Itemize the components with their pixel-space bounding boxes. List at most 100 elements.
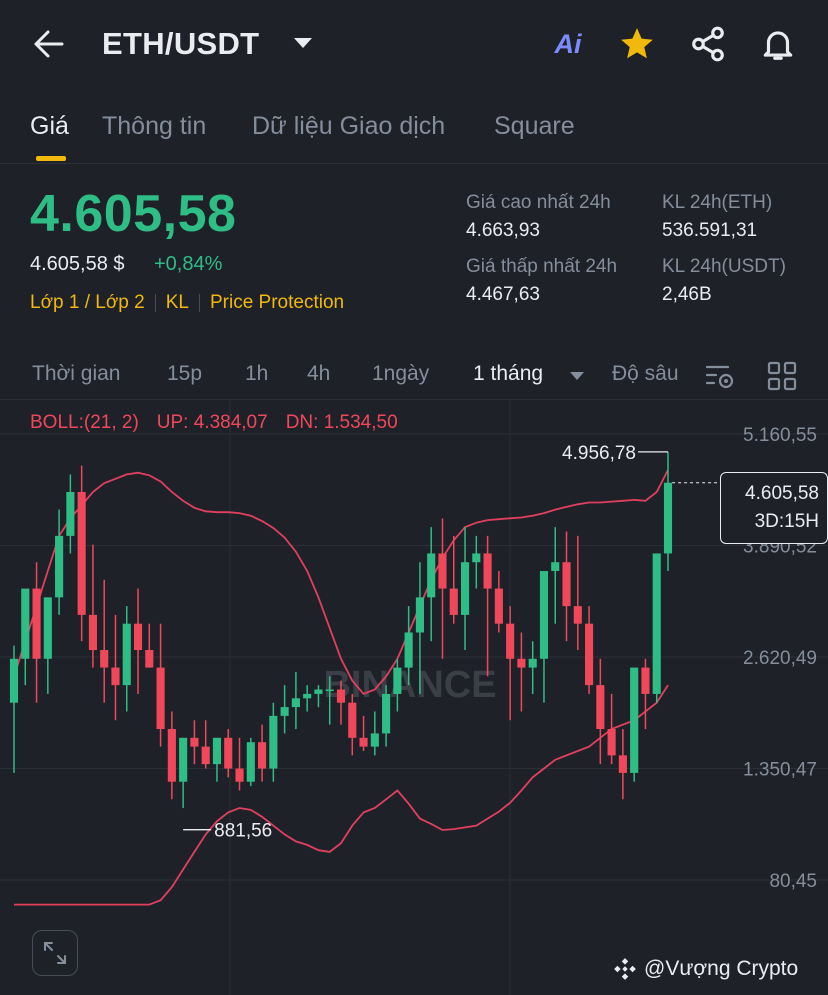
high-24h-label: Giá cao nhất 24h [466,192,611,213]
y-axis-tick-label: 2.620,49 [743,648,817,669]
active-tab-indicator [36,156,66,161]
candle-down [258,742,267,769]
candle-down [156,667,165,730]
tag-divider [154,294,156,312]
tf-1h[interactable]: 1h [245,362,268,386]
last-price-marker-value: 4.605,58 [745,483,819,504]
last-price: 4.605,58 [30,185,237,243]
back-button[interactable] [28,24,72,64]
last-price-marker: 4.605,58 3D:15H [720,472,828,544]
candle-up [539,571,549,659]
candle-down [483,553,492,589]
candle-up [415,597,424,633]
candle-up [179,737,188,782]
candle-up [291,698,300,708]
candle-countdown: 3D:15H [754,511,819,532]
candle-down [77,491,86,615]
candle-up [325,689,334,692]
tag-layer[interactable]: Lớp 1 / Lớp 2 [30,292,145,314]
vol-eth-value: 536.591,31 [662,220,758,241]
candle-down [235,768,244,782]
candle-down [596,685,605,730]
candlestick-chart[interactable]: BINANCE5.160,553.890,522.620,491.350,478… [0,400,828,995]
tab-info[interactable]: Thông tin [102,112,206,141]
share-icon [692,26,724,62]
low-24h-value: 4.467,63 [466,284,540,305]
vol-usdt-value: 2,46B [662,284,712,305]
price-usd: 4.605,58 $ [30,253,125,275]
tab-square[interactable]: Square [494,112,575,141]
tag-divider [198,294,200,312]
binance-logo-icon [614,958,636,980]
candle-down [145,650,154,668]
pair-dropdown-icon[interactable] [294,38,312,48]
tab-price[interactable]: Giá [30,112,69,141]
tf-1month[interactable]: 1 tháng [473,362,543,386]
chevron-down-icon[interactable] [570,372,584,380]
vol-eth-label: KL 24h(ETH) [662,192,773,213]
candle-down [32,588,41,659]
tag-price-protection[interactable]: Price Protection [210,292,344,314]
candle-up [246,742,255,782]
candle-up [314,689,323,694]
tf-4h[interactable]: 4h [307,362,330,386]
candle-up [269,715,278,769]
tf-time[interactable]: Thời gian [32,362,120,386]
layout-grid-button[interactable] [766,360,798,392]
page-tabs: Giá Thông tin Dữ liệu Giao dịch Square [0,104,828,164]
candle-down [167,729,176,782]
candle-up [21,588,30,659]
grid-icon [767,361,797,391]
candle-up [528,658,537,668]
candle-down [201,746,210,765]
candle-down [506,623,515,659]
candle-down [336,689,346,703]
candle-up [551,562,560,572]
candle-up [472,553,481,563]
candle-up [652,553,661,694]
alert-button[interactable] [758,24,798,64]
candle-up [393,667,402,694]
pair-title[interactable]: ETH/USDT [102,26,259,62]
author-watermark: @Vượng Crypto [612,956,798,982]
favorite-button[interactable] [617,24,657,64]
indicator-settings-icon [705,365,734,389]
expand-icon [44,942,66,964]
candle-down [562,562,571,607]
candle-down [348,702,357,738]
candle-up [9,658,19,703]
candle-down [618,755,627,773]
candle-up [370,733,379,747]
candle-up [663,482,673,554]
candle-up [280,707,289,716]
tab-trading-data[interactable]: Dữ liệu Giao dịch [252,112,445,141]
candle-down [641,667,650,694]
tf-15m[interactable]: 15p [167,362,202,386]
candle-down [111,667,120,686]
candle-down [359,737,368,747]
share-button[interactable] [688,24,728,64]
indicator-settings-button[interactable] [704,360,738,392]
candle-down [585,623,594,686]
arrow-left-icon [34,30,64,58]
candle-up [122,623,131,686]
top-bar: ETH/USDT Ai [0,0,828,90]
candle-down [573,606,582,624]
candle-down [190,737,199,747]
tf-depth[interactable]: Độ sâu [612,362,680,386]
price-change: +0,84% [154,253,223,275]
candle-up [460,562,470,615]
binance-watermark: BINANCE [323,664,496,706]
candle-up [630,667,639,773]
candle-down [494,588,503,624]
tag-kl[interactable]: KL [166,292,189,314]
candle-up [43,597,52,659]
timeframe-bar: Thời gian 15p 1h 4h 1ngày 1 tháng Độ sâu [0,350,828,400]
fullscreen-button[interactable] [32,930,78,976]
candle-up [55,535,64,598]
tf-1d[interactable]: 1ngày [372,362,429,386]
ai-assistant-button[interactable]: Ai [548,24,588,64]
min-price-label: 881,56 [214,821,272,842]
candle-up [404,632,413,668]
y-axis-tick-label: 1.350,47 [743,760,817,781]
